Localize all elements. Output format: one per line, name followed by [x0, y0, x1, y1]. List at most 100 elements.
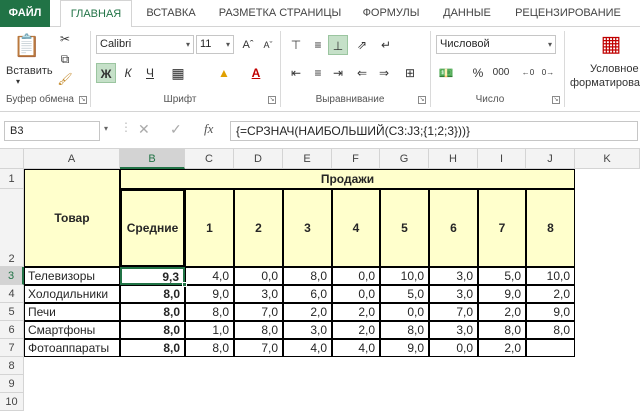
shrink-font-icon[interactable]: Aˇ [258, 35, 278, 55]
paste-icon[interactable]: 📋 [12, 31, 42, 61]
font-color-icon[interactable]: A [246, 63, 266, 83]
align-right-icon[interactable]: ⇥ [328, 63, 348, 83]
currency-icon[interactable]: 💵 [436, 63, 456, 83]
cell-value[interactable]: 2,0 [283, 303, 332, 321]
italic-button[interactable]: К [118, 63, 138, 83]
column-header[interactable]: B [120, 149, 185, 169]
cell-value[interactable]: 2,0 [478, 303, 526, 321]
cell-value[interactable]: 4,0 [283, 339, 332, 357]
tab-data[interactable]: ДАННЫЕ [434, 0, 500, 27]
thousands-separator-button[interactable]: 000 [488, 63, 514, 83]
cell-average[interactable]: 8,0 [120, 321, 185, 339]
cell-value[interactable]: 8,0 [478, 321, 526, 339]
cell-value[interactable]: 4,0 [185, 267, 234, 285]
percent-button[interactable]: % [468, 63, 488, 83]
align-top-icon[interactable]: ⊤ [286, 35, 306, 55]
row-header[interactable]: 8 [0, 357, 24, 375]
column-header[interactable]: H [429, 149, 478, 169]
cell-value[interactable]: 8,0 [380, 321, 429, 339]
number-format-combo[interactable]: Числовой ▾ [436, 35, 556, 54]
cell-value[interactable] [526, 339, 575, 357]
cell-sales-header[interactable]: Продажи [120, 169, 575, 189]
cell-value[interactable]: 1,0 [185, 321, 234, 339]
cell-sale-number[interactable]: 5 [380, 189, 429, 267]
clipboard-launcher-icon[interactable]: ↘ [79, 96, 87, 104]
increase-indent-icon[interactable]: ⇒ [374, 63, 394, 83]
font-launcher-icon[interactable]: ↘ [268, 96, 276, 104]
decrease-indent-icon[interactable]: ⇐ [352, 63, 372, 83]
row-header[interactable]: 10 [0, 393, 24, 411]
chevron-down-icon[interactable]: ▾ [186, 36, 190, 53]
cell-value[interactable]: 6,0 [283, 285, 332, 303]
cell-value[interactable]: 5,0 [380, 285, 429, 303]
cell-value[interactable]: 8,0 [185, 339, 234, 357]
cell-product-name[interactable]: Печи [24, 303, 120, 321]
row-header[interactable]: 5 [0, 303, 24, 321]
row-header[interactable]: 9 [0, 375, 24, 393]
row-header[interactable]: 4 [0, 285, 24, 303]
font-size-combo[interactable]: 11 ▾ [196, 35, 234, 54]
underline-button[interactable]: Ч [140, 63, 160, 83]
column-header[interactable]: J [526, 149, 575, 169]
column-header[interactable]: F [332, 149, 380, 169]
cell-value[interactable]: 8,0 [526, 321, 575, 339]
cell-value[interactable]: 7,0 [429, 303, 478, 321]
cell-value[interactable]: 3,0 [429, 267, 478, 285]
cell-value[interactable]: 4,0 [332, 339, 380, 357]
chevron-down-icon[interactable]: ▾ [226, 36, 230, 53]
bold-button[interactable]: Ж [96, 63, 116, 83]
column-header[interactable]: C [185, 149, 234, 169]
cell-value[interactable]: 9,0 [478, 285, 526, 303]
cell-value[interactable]: 3,0 [234, 285, 283, 303]
cancel-icon[interactable]: ✕ [138, 121, 150, 138]
number-launcher-icon[interactable]: ↘ [552, 96, 560, 104]
fill-handle[interactable] [182, 282, 187, 287]
cell-average-selected[interactable]: 9,3 [120, 267, 185, 285]
cell-sale-number[interactable]: 3 [283, 189, 332, 267]
select-all-corner[interactable] [0, 149, 24, 169]
align-left-icon[interactable]: ⇤ [286, 63, 306, 83]
cell-sale-number[interactable]: 2 [234, 189, 283, 267]
cell-value[interactable]: 9,0 [526, 303, 575, 321]
cond-format-label-2[interactable]: форматирован [570, 77, 640, 89]
fill-color-icon[interactable]: ▲ [214, 63, 234, 83]
cell-sale-number[interactable]: 6 [429, 189, 478, 267]
cell-average[interactable]: 8,0 [120, 285, 185, 303]
cell-value[interactable]: 0,0 [332, 267, 380, 285]
cell-value[interactable]: 2,0 [478, 339, 526, 357]
tab-review[interactable]: РЕЦЕНЗИРОВАНИЕ [506, 0, 630, 27]
cell-sale-number[interactable]: 7 [478, 189, 526, 267]
row-header[interactable]: 3 [0, 267, 24, 285]
cell-product-name[interactable]: Холодильники [24, 285, 120, 303]
cell-sale-number[interactable]: 4 [332, 189, 380, 267]
column-header[interactable]: D [234, 149, 283, 169]
name-box-dropdown-icon[interactable]: ▾ [104, 124, 108, 133]
paste-dropdown-icon[interactable]: ▾ [16, 77, 20, 86]
formula-input[interactable]: {=СРЗНАЧ(НАИБОЛЬШИЙ(C3:J3;{1;2;3}))} [230, 121, 638, 141]
tab-insert[interactable]: ВСТАВКА [138, 0, 204, 27]
column-header[interactable]: I [478, 149, 526, 169]
cell-value[interactable]: 9,0 [185, 285, 234, 303]
chevron-down-icon[interactable]: ▾ [548, 36, 552, 53]
cell-value[interactable]: 2,0 [332, 321, 380, 339]
cell-value[interactable]: 0,0 [332, 285, 380, 303]
cell-value[interactable]: 0,0 [429, 339, 478, 357]
cell-value[interactable]: 7,0 [234, 303, 283, 321]
cell-value[interactable]: 8,0 [283, 267, 332, 285]
cell-value[interactable]: 8,0 [234, 321, 283, 339]
cell-product-name[interactable]: Фотоаппараты [24, 339, 120, 357]
cell-product-name[interactable]: Смартфоны [24, 321, 120, 339]
cell-value[interactable]: 0,0 [234, 267, 283, 285]
cell-sale-number[interactable]: 8 [526, 189, 575, 267]
wrap-text-icon[interactable]: ↵ [376, 35, 396, 55]
cell-average-header[interactable]: Средние [120, 189, 185, 267]
cut-icon[interactable]: ✂ [55, 29, 75, 49]
cell-sale-number[interactable]: 1 [185, 189, 234, 267]
row-header[interactable]: 2 [0, 189, 24, 267]
cell-value[interactable]: 9,0 [380, 339, 429, 357]
cell-value[interactable]: 10,0 [380, 267, 429, 285]
tab-home[interactable]: ГЛАВНАЯ [60, 0, 132, 28]
font-name-combo[interactable]: Calibri ▾ [96, 35, 194, 54]
column-header[interactable]: A [24, 149, 120, 169]
enter-icon[interactable]: ✓ [170, 121, 182, 138]
